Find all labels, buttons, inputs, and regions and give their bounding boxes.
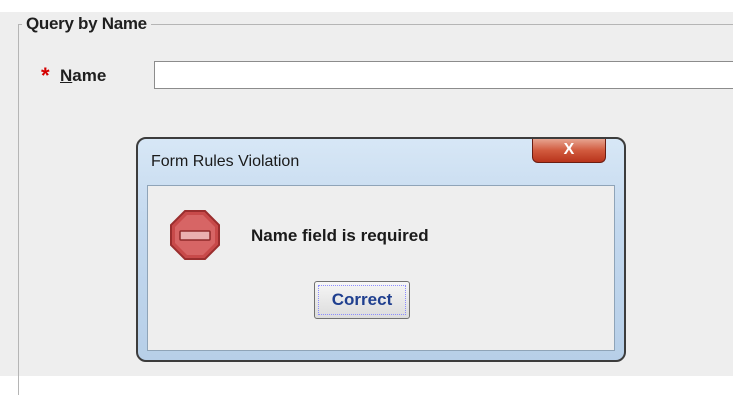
query-panel: Query by Name * Name Form Rules Violatio… — [0, 0, 733, 395]
name-label-rest: ame — [72, 66, 107, 85]
form-rules-dialog: Form Rules Violation X Name field is req… — [136, 137, 626, 362]
group-title: Query by Name — [22, 14, 151, 34]
error-message: Name field is required — [251, 226, 429, 245]
top-strip — [0, 0, 733, 12]
name-label: Name — [60, 66, 106, 86]
name-input[interactable] — [154, 61, 733, 89]
dialog-title: Form Rules Violation — [151, 153, 300, 170]
close-button[interactable]: X — [532, 139, 606, 163]
stop-sign-icon — [170, 210, 220, 260]
name-label-mnemonic: N — [60, 66, 73, 85]
correct-button[interactable]: Correct — [314, 281, 410, 319]
close-icon: X — [563, 141, 575, 158]
dialog-body: Name field is required — [147, 185, 615, 351]
correct-button-label: Correct — [318, 285, 406, 315]
required-indicator: * — [41, 63, 50, 88]
